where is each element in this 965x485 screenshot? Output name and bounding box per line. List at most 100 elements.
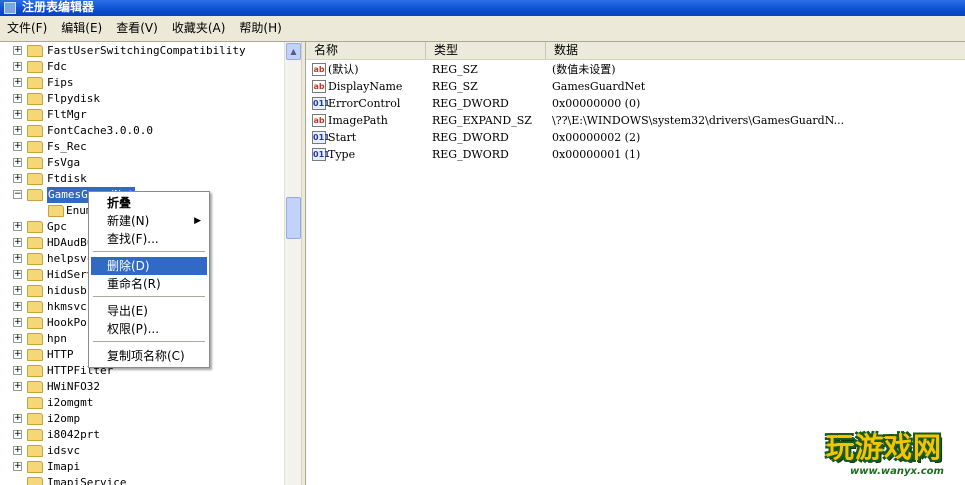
string-value-icon: ab xyxy=(312,63,326,76)
menu-item-new[interactable]: 新建(N) ▶ xyxy=(91,212,207,230)
folder-icon xyxy=(27,269,43,281)
value-data: 0x00000000 (0) xyxy=(552,97,641,110)
menu-bar: 文件(F) 编辑(E) 查看(V) 收藏夹(A) 帮助(H) xyxy=(0,16,965,42)
expand-icon[interactable]: + xyxy=(13,430,22,439)
tree-item[interactable]: + FastUserSwitchingCompatibility xyxy=(0,43,284,59)
expand-icon[interactable]: + xyxy=(13,254,22,263)
folder-icon xyxy=(27,77,43,89)
tree-item[interactable]: + Fips xyxy=(0,75,284,91)
menu-view[interactable]: 查看(V) xyxy=(109,16,165,41)
value-row[interactable]: 011 Type REG_DWORD 0x00000001 (1) xyxy=(306,146,965,163)
tree-item[interactable]: + Flpydisk xyxy=(0,91,284,107)
value-row[interactable]: ab ImagePath REG_EXPAND_SZ \??\E:\WINDOWS\s… xyxy=(306,112,965,129)
expand-icon[interactable]: + xyxy=(13,350,22,359)
menu-separator xyxy=(93,341,205,342)
tree-item[interactable]: + Fs_Rec xyxy=(0,139,284,155)
expand-icon[interactable]: + xyxy=(13,318,22,327)
expand-icon[interactable]: + xyxy=(13,174,22,183)
expand-icon[interactable]: + xyxy=(13,382,22,391)
value-type: REG_SZ xyxy=(432,63,478,76)
column-header-name[interactable]: 名称 xyxy=(306,42,426,59)
tree-item[interactable]: + FontCache3.0.0.0 xyxy=(0,123,284,139)
menu-item-find[interactable]: 查找(F)... xyxy=(91,230,207,248)
expand-icon[interactable]: + xyxy=(13,286,22,295)
value-data: GamesGuardNet xyxy=(552,80,646,93)
folder-icon xyxy=(27,381,43,393)
menu-item-copy-key-name[interactable]: 复制项名称(C) xyxy=(91,347,207,365)
menu-file[interactable]: 文件(F) xyxy=(0,16,54,41)
tree-item[interactable]: ImapiService xyxy=(0,475,284,485)
expand-icon[interactable]: + xyxy=(13,142,22,151)
tree-item[interactable]: + Ftdisk xyxy=(0,171,284,187)
menu-item-rename[interactable]: 重命名(R) xyxy=(91,275,207,293)
tree-item[interactable]: + i2omp xyxy=(0,411,284,427)
tree-item-label: Fdc xyxy=(47,60,67,73)
tree-item-label: FsVga xyxy=(47,156,81,169)
tree-item-label: hkmsvc xyxy=(47,300,87,313)
tree-item[interactable]: + idsvc xyxy=(0,443,284,459)
menu-item-permissions[interactable]: 权限(P)... xyxy=(91,320,207,338)
menu-item-delete[interactable]: 删除(D) xyxy=(91,257,207,275)
value-row[interactable]: ab (默认) REG_SZ (数值未设置) xyxy=(306,61,965,78)
value-type: REG_DWORD xyxy=(432,148,509,161)
expand-icon[interactable]: + xyxy=(13,94,22,103)
folder-open-icon xyxy=(27,189,43,201)
expand-icon[interactable]: + xyxy=(13,62,22,71)
column-header-data[interactable]: 数据 xyxy=(546,42,965,59)
expand-icon[interactable]: + xyxy=(13,414,22,423)
menu-favorites[interactable]: 收藏夹(A) xyxy=(165,16,233,41)
expand-icon[interactable]: + xyxy=(13,270,22,279)
expand-icon[interactable]: + xyxy=(13,78,22,87)
column-header-type[interactable]: 类型 xyxy=(426,42,546,59)
expand-icon[interactable]: + xyxy=(13,222,22,231)
watermark-text: 玩游戏网 xyxy=(826,431,943,464)
tree-item-label: i8042prt xyxy=(47,428,100,441)
value-row[interactable]: 011 ErrorControl REG_DWORD 0x00000000 (0) xyxy=(306,95,965,112)
tree-item-label: ImapiService xyxy=(47,476,127,485)
tree-item[interactable]: + FltMgr xyxy=(0,107,284,123)
tree-item[interactable]: + Fdc xyxy=(0,59,284,75)
expand-icon[interactable]: + xyxy=(13,126,22,135)
expand-icon[interactable]: + xyxy=(13,158,22,167)
value-data: \??\E:\WINDOWS\system32\drivers\GamesGua… xyxy=(552,114,845,127)
menu-item-collapse[interactable]: 折叠 xyxy=(91,194,207,212)
folder-icon xyxy=(27,173,43,185)
value-row[interactable]: 011 Start REG_DWORD 0x00000002 (2) xyxy=(306,129,965,146)
value-name: Start xyxy=(328,131,357,144)
expand-icon[interactable]: + xyxy=(13,302,22,311)
tree-item-label: FltMgr xyxy=(47,108,87,121)
collapse-icon[interactable]: − xyxy=(13,190,22,199)
expand-icon[interactable]: + xyxy=(13,238,22,247)
tree-item[interactable]: + FsVga xyxy=(0,155,284,171)
string-value-icon: ab xyxy=(312,80,326,93)
tree-item[interactable]: + HWiNFO32 xyxy=(0,379,284,395)
value-row[interactable]: ab DisplayName REG_SZ GamesGuardNet xyxy=(306,78,965,95)
menu-item-new-label: 新建(N) xyxy=(107,214,150,228)
string-value-icon: ab xyxy=(312,114,326,127)
tree-item-label: HidServ xyxy=(47,268,94,281)
expand-icon[interactable]: + xyxy=(13,110,22,119)
tree-item-label: FastUserSwitchingCompatibility xyxy=(47,44,246,57)
value-data: 0x00000002 (2) xyxy=(552,131,641,144)
menu-item-export[interactable]: 导出(E) xyxy=(91,302,207,320)
expand-icon[interactable]: + xyxy=(13,366,22,375)
folder-icon xyxy=(27,157,43,169)
tree-item[interactable]: + i8042prt xyxy=(0,427,284,443)
tree-scrollbar[interactable]: ▲ xyxy=(284,42,301,485)
folder-icon xyxy=(27,285,43,297)
expand-icon[interactable]: + xyxy=(13,334,22,343)
tree-item[interactable]: i2omgmt xyxy=(0,395,284,411)
menu-edit[interactable]: 编辑(E) xyxy=(54,16,109,41)
tree-item-label: FontCache3.0.0.0 xyxy=(47,124,153,137)
scroll-thumb[interactable] xyxy=(286,197,301,239)
submenu-arrow-icon: ▶ xyxy=(194,216,201,226)
folder-icon xyxy=(27,477,43,485)
tree-item-label: i2omgmt xyxy=(47,396,94,409)
expand-icon[interactable]: + xyxy=(13,46,22,55)
menu-help[interactable]: 帮助(H) xyxy=(232,16,288,41)
tree-item[interactable]: + Imapi xyxy=(0,459,284,475)
expand-icon[interactable]: + xyxy=(13,446,22,455)
expand-icon[interactable]: + xyxy=(13,462,22,471)
tree-item-label: Fs_Rec xyxy=(47,140,87,153)
scroll-up-icon[interactable]: ▲ xyxy=(286,43,301,60)
